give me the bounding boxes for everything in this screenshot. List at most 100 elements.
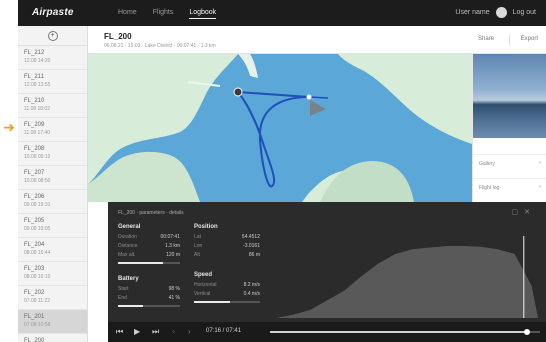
map-canvas[interactable] [88, 54, 472, 202]
close-icon[interactable]: ✕ [524, 209, 536, 216]
add-flight-icon[interactable]: + [47, 30, 58, 41]
skip-back-icon[interactable]: ⏮ [116, 327, 123, 337]
group-heading: Speed [194, 272, 213, 278]
general-progress [118, 262, 180, 264]
param-row: Vertical 0.4 m/s [194, 291, 260, 297]
timeline-progress [270, 331, 527, 333]
sidebar-item-title: FL_204 [24, 242, 45, 248]
sidebar-item[interactable]: FL_203 08.08 16:10 [18, 262, 87, 286]
sidebar-item-title: FL_201 [24, 314, 45, 320]
playback-time: 07:16 / 07:41 [206, 328, 242, 334]
sidebar-item[interactable]: FL_207 10.08 08:50 [18, 166, 87, 190]
param-row: Distance 1.3 km [118, 243, 180, 249]
chevron-right-icon[interactable]: › [188, 327, 191, 337]
sidebar-item-title: FL_202 [24, 290, 45, 296]
flight-log-label: Flight log [479, 185, 500, 191]
nav-flights[interactable]: Flights [153, 9, 174, 19]
sidebar-item-title: FL_200 [24, 338, 45, 342]
play-icon[interactable]: ▶ [134, 327, 140, 337]
group-heading: Position [194, 224, 218, 230]
heading-line [308, 96, 329, 99]
sidebar-item-date: 08.08 16:44 [24, 250, 51, 256]
sidebar-item[interactable]: FL_202 07.08 11:22 [18, 286, 87, 310]
param-row: Max alt. 120 m [118, 252, 180, 258]
altitude-area [276, 246, 538, 318]
speed-icon[interactable]: ◦ [172, 327, 175, 337]
telemetry-panel: FL_200 · parameters · details ▢✕ General… [108, 202, 546, 322]
sidebar-item-date: 11.08 17:40 [24, 130, 51, 136]
sidebar-item[interactable]: FL_206 09.08 19:31 [18, 190, 87, 214]
page-title: FL_200 [104, 32, 132, 41]
group-position: Position Lat 54.4512 Lon -3.0161 Alt 86 m [194, 224, 260, 260]
sidebar-item-date: 10.08 09:12 [24, 154, 51, 160]
sidebar-item-title: FL_211 [24, 74, 44, 80]
sidebar-item[interactable]: FL_20006.08 15:03 [18, 334, 87, 342]
home-marker-icon[interactable] [233, 87, 243, 97]
flight-list: FL_212 12.08 14:20 FL_211 12.08 13:55 FL_210… [18, 46, 87, 342]
playback-bar: ⏮ ▶ ⏭ ◦ › 07:16 / 07:41 [108, 322, 546, 342]
nav-logbook[interactable]: Logbook [189, 9, 217, 19]
sidebar-item[interactable]: FL_211 12.08 13:55 [18, 70, 87, 94]
sidebar-item-date: 11.08 18:02 [24, 106, 51, 112]
sidebar-item[interactable]: FL_204 08.08 16:44 [18, 238, 87, 262]
chevron-right-icon: › [539, 160, 541, 166]
sidebar-item-date: 07.08 10:58 [24, 322, 51, 328]
timeline-scrubber[interactable] [270, 329, 540, 335]
sidebar-item-title: FL_210 [24, 98, 45, 104]
logout-link[interactable]: Log out [513, 9, 536, 16]
sidebar-item-date: 10.08 08:50 [24, 178, 51, 184]
top-bar: Airpaste Home Flights Logbook User name … [18, 0, 546, 26]
flight-log-row[interactable]: Flight log › [473, 178, 546, 198]
param-row: Horizontal 8.2 m/s [194, 282, 260, 288]
chevron-right-icon: › [539, 184, 541, 190]
flight-meta: 06.08.21 · 15:03 · Lake District · 00:07… [104, 43, 216, 49]
avatar[interactable] [495, 7, 507, 18]
param-row: Start 98 % [118, 286, 180, 292]
gallery-label: Gallery [479, 161, 495, 167]
param-row: Duration 00:07:41 [118, 234, 180, 240]
panel-actions: ▢✕ [512, 208, 537, 216]
sidebar-item-title: FL_209 [24, 122, 45, 128]
sidebar-item-title: FL_207 [24, 170, 45, 176]
sidebar-item-title: FL_203 [24, 266, 45, 272]
photo-thumbnail[interactable] [473, 54, 546, 138]
gallery-row[interactable]: Gallery › [473, 154, 546, 174]
timeline-handle[interactable] [523, 329, 530, 335]
export-button[interactable]: Export [521, 36, 538, 42]
group-battery: Battery Start 98 % End 41 % [118, 276, 180, 307]
sidebar-item[interactable]: FL_209 11.08 17:40 [18, 118, 87, 142]
param-row: Lat 54.4512 [194, 234, 260, 240]
share-button[interactable]: Share [478, 36, 494, 42]
expand-icon[interactable]: ▢ [512, 209, 525, 216]
param-row: Alt 86 m [194, 252, 260, 258]
current-position-icon[interactable] [306, 94, 312, 100]
flight-list-sidebar: + FL_212 12.08 14:20 FL_211 12.08 13:55 FL_2… [18, 26, 88, 342]
battery-progress [118, 305, 180, 307]
sidebar-item-title: FL_208 [24, 146, 45, 152]
param-row: End 41 % [118, 295, 180, 301]
group-speed: Speed Horizontal 8.2 m/s Vertical 0.4 m/s [194, 272, 260, 303]
divider [509, 34, 510, 46]
sidebar-item-date: 07.08 11:22 [24, 298, 51, 304]
flight-map[interactable] [88, 54, 472, 202]
sidebar-item-date: 12.08 13:55 [24, 82, 51, 88]
skip-forward-icon[interactable]: ⏭ [152, 327, 159, 337]
sidebar-item[interactable]: FL_205 09.08 19:05 [18, 214, 87, 238]
sidebar-item[interactable]: FL_210 11.08 18:02 [18, 94, 87, 118]
sidebar-item-date: 08.08 16:10 [24, 274, 51, 280]
main-nav: Home Flights Logbook [118, 9, 217, 19]
altitude-chart[interactable] [276, 234, 538, 318]
sidebar-item[interactable]: FL_201 07.08 10:58 [18, 310, 87, 334]
pointer-arrow-icon: ➜ [3, 119, 15, 135]
user-menu[interactable]: User name Log out [455, 7, 536, 18]
user-name: User name [455, 9, 490, 16]
sidebar-item[interactable]: FL_212 12.08 14:20 [18, 46, 87, 70]
sidebar-item[interactable]: FL_208 10.08 09:12 [18, 142, 87, 166]
sidebar-item-date: 09.08 19:31 [24, 202, 51, 208]
app-window: Airpaste Home Flights Logbook User name … [18, 0, 546, 342]
sidebar-item-title: FL_206 [24, 194, 45, 200]
nav-home[interactable]: Home [118, 9, 137, 19]
group-general: General Duration 00:07:41 Distance 1.3 km … [118, 224, 180, 264]
media-panel: Gallery › Flight log › [472, 54, 546, 202]
app-logo[interactable]: Airpaste [32, 7, 74, 18]
